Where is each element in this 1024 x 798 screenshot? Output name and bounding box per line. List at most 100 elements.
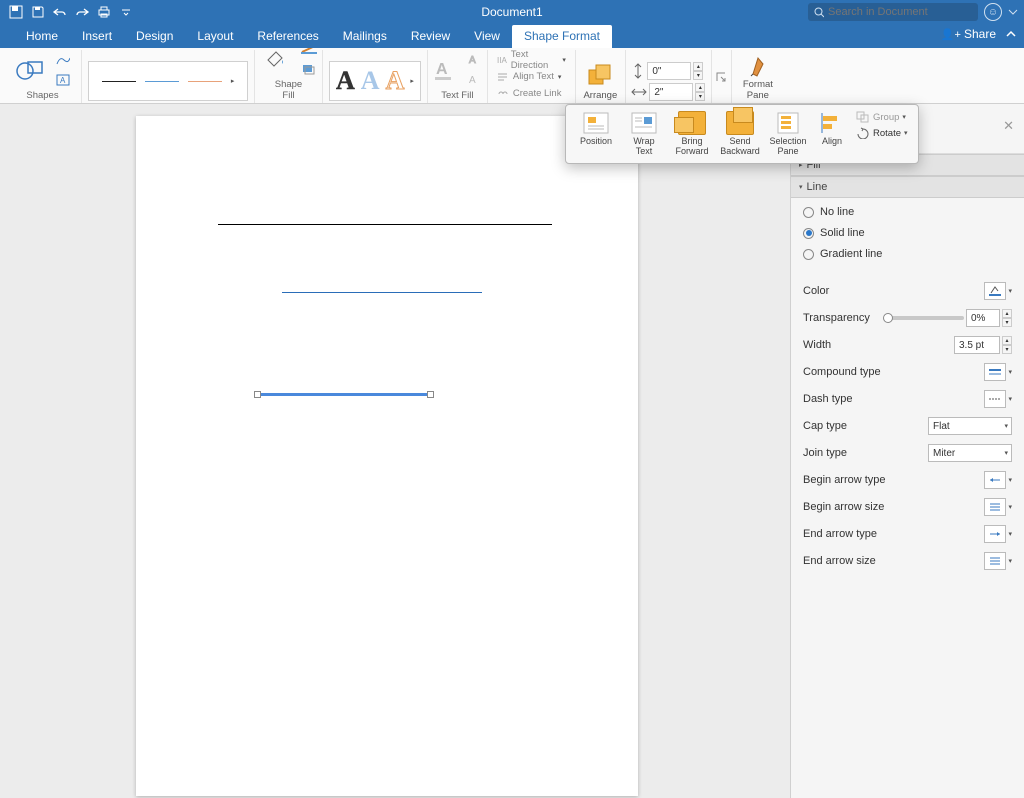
no-line-radio[interactable]: No line: [803, 206, 1012, 218]
dash-picker[interactable]: [984, 390, 1006, 408]
undo-btn[interactable]: [50, 3, 70, 21]
arrange-icon: [586, 63, 614, 89]
tab-home[interactable]: Home: [14, 25, 70, 48]
shape-fill-label: Shape Fill: [275, 79, 302, 101]
qat-more-btn[interactable]: [116, 3, 136, 21]
bring-forward-button[interactable]: Bring Forward: [668, 109, 716, 159]
create-link-btn[interactable]: Create Link: [494, 86, 569, 101]
compound-label: Compound type: [803, 366, 881, 378]
shape-styles-gallery[interactable]: ▸: [88, 61, 248, 101]
format-pane-button[interactable]: Format Pane: [736, 54, 780, 101]
transparency-slider[interactable]: [886, 316, 964, 320]
text-box-btn[interactable]: A: [52, 71, 74, 89]
height-down[interactable]: ▾: [693, 71, 703, 80]
tab-review[interactable]: Review: [399, 25, 462, 48]
join-combo[interactable]: Miter▾: [928, 444, 1012, 462]
edit-points-btn[interactable]: [52, 51, 74, 69]
begin-size-label: Begin arrow size: [803, 501, 884, 513]
text-effects-btn[interactable]: A: [464, 71, 486, 89]
tab-references[interactable]: References: [245, 25, 330, 48]
gallery-more-icon[interactable]: ▸: [231, 77, 235, 85]
end-arrow-size[interactable]: [984, 552, 1006, 570]
svg-text:A: A: [469, 55, 476, 66]
tab-mailings[interactable]: Mailings: [331, 25, 399, 48]
tab-layout[interactable]: Layout: [185, 25, 245, 48]
wordart-gallery[interactable]: A A A ▸: [329, 61, 421, 101]
text-fill-button[interactable]: A: [428, 58, 460, 82]
align-button[interactable]: Align: [812, 109, 852, 159]
arrange-button[interactable]: Arrange: [578, 63, 622, 101]
ribbon: A Shapes ▸ Shape Fill A A A: [0, 48, 1024, 104]
feedback-icon[interactable]: ☺: [984, 3, 1002, 21]
cap-label: Cap type: [803, 420, 847, 432]
svg-text:IIA: IIA: [497, 56, 507, 65]
position-button[interactable]: Position: [572, 109, 620, 159]
color-picker[interactable]: [984, 282, 1006, 300]
format-shape-pane: ✕ ▸Fill ▾Line No line Solid line Gradien…: [790, 104, 1024, 798]
gradient-line-radio[interactable]: Gradient line: [803, 248, 1012, 260]
page[interactable]: [136, 116, 638, 796]
compound-picker[interactable]: [984, 363, 1006, 381]
shape-line-1[interactable]: [218, 224, 552, 225]
redo-btn[interactable]: [72, 3, 92, 21]
tab-design[interactable]: Design: [124, 25, 185, 48]
wrap-text-button[interactable]: Wrap Text: [620, 109, 668, 159]
text-direction-icon: IIA: [497, 55, 507, 65]
width-down[interactable]: ▾: [695, 92, 705, 101]
cap-combo[interactable]: Flat▾: [928, 417, 1012, 435]
workspace: ✕ ▸Fill ▾Line No line Solid line Gradien…: [0, 104, 1024, 798]
autosave-btn[interactable]: [6, 3, 26, 21]
titlebar: Document1 ☺: [0, 0, 1024, 24]
shapes-button[interactable]: [12, 57, 48, 83]
document-area[interactable]: [0, 104, 790, 798]
selection-handle-left[interactable]: [254, 391, 261, 398]
search-input[interactable]: [828, 6, 972, 18]
align-text-btn[interactable]: Align Text▾: [494, 69, 569, 84]
width-up[interactable]: ▴: [695, 83, 705, 92]
width-label: Width: [803, 339, 831, 351]
selection-handle-right[interactable]: [427, 391, 434, 398]
solid-line-radio[interactable]: Solid line: [803, 227, 1012, 239]
text-direction-btn[interactable]: IIAText Direction▾: [494, 52, 569, 67]
dash-label: Dash type: [803, 393, 853, 405]
shape-effects-btn[interactable]: [298, 60, 320, 78]
titlebar-chevron-icon[interactable]: [1008, 7, 1018, 17]
print-btn[interactable]: [94, 3, 114, 21]
transparency-input[interactable]: 0%: [966, 309, 1000, 327]
height-input[interactable]: 0": [647, 62, 691, 80]
begin-type-label: Begin arrow type: [803, 474, 886, 486]
shape-width[interactable]: 2" ▴▾: [631, 83, 705, 101]
shape-line-selected[interactable]: [258, 393, 430, 396]
rotate-button[interactable]: Rotate▾: [856, 127, 908, 139]
search-box[interactable]: [808, 3, 978, 21]
svg-text:A: A: [60, 76, 66, 85]
tab-shape-format[interactable]: Shape Format: [512, 25, 612, 48]
tab-view[interactable]: View: [462, 25, 512, 48]
tab-insert[interactable]: Insert: [70, 25, 124, 48]
shape-fill-button[interactable]: [258, 48, 294, 70]
begin-arrow-size[interactable]: [984, 498, 1006, 516]
color-dd[interactable]: ▾: [1008, 287, 1012, 295]
width-input[interactable]: 2": [649, 83, 693, 101]
save-btn[interactable]: [28, 3, 48, 21]
size-dialog-btn[interactable]: [710, 53, 732, 101]
join-label: Join type: [803, 447, 847, 459]
send-backward-button[interactable]: Send Backward: [716, 109, 764, 159]
end-arrow-type[interactable]: [984, 525, 1006, 543]
pane-close-icon[interactable]: ✕: [1003, 118, 1014, 134]
line-section-header[interactable]: ▾Line: [791, 176, 1024, 198]
height-up[interactable]: ▴: [693, 62, 703, 71]
group-button[interactable]: Group▾: [856, 111, 908, 123]
ribbon-tabs: Home Insert Design Layout References Mai…: [0, 24, 1024, 48]
line-width-input[interactable]: 3.5 pt: [954, 336, 1000, 354]
collapse-ribbon-icon[interactable]: [1006, 29, 1016, 39]
selection-pane-button[interactable]: Selection Pane: [764, 109, 812, 159]
wordart-more-icon[interactable]: ▸: [410, 77, 414, 85]
paint-bucket-icon: [264, 48, 288, 70]
share-button[interactable]: 👤+ Share: [941, 27, 996, 41]
arrange-dropdown: Position Wrap Text Bring Forward Send Ba…: [565, 104, 919, 164]
shape-height[interactable]: 0" ▴▾: [631, 62, 705, 80]
shape-line-2[interactable]: [282, 292, 482, 293]
text-outline-btn[interactable]: A: [464, 51, 486, 69]
begin-arrow-type[interactable]: [984, 471, 1006, 489]
